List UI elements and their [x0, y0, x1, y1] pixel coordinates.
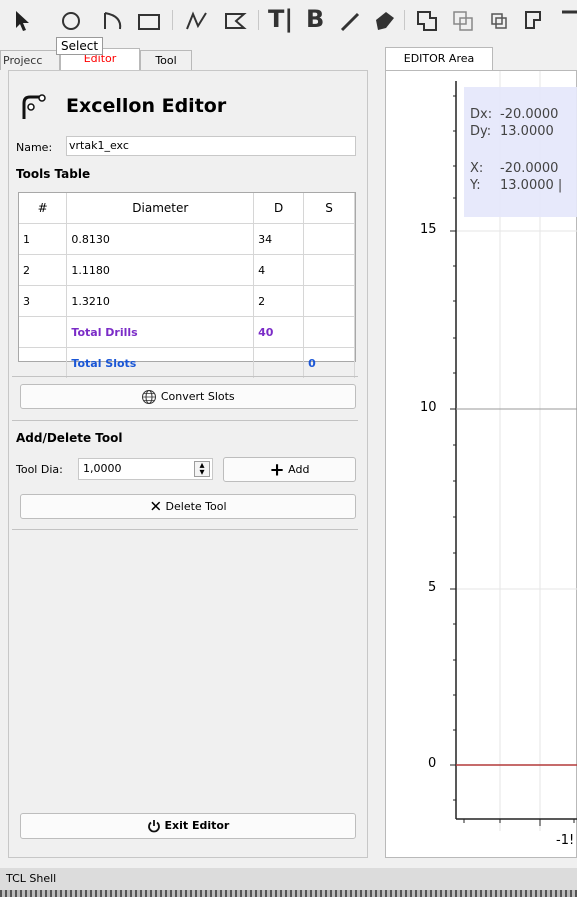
eraser-tool-icon[interactable] [372, 8, 398, 34]
cell-num: 3 [19, 285, 68, 317]
y-tick-label: 15 [420, 222, 437, 237]
rectangle-tool-icon[interactable] [136, 8, 162, 34]
dy-label: Dy: [470, 124, 492, 139]
cell-empty [19, 347, 68, 378]
add-delete-tool-label: Add/Delete Tool [16, 431, 123, 445]
cell-diameter[interactable]: 0.8130 [66, 223, 255, 255]
copy-tool-icon[interactable] [558, 8, 577, 34]
delete-tool-button[interactable]: ✕ Delete Tool [20, 494, 356, 519]
plus-icon: + [269, 459, 285, 481]
header-d: D [253, 193, 305, 224]
table-row[interactable]: 2 1.1180 4 [19, 254, 355, 286]
toolbar: T| B [0, 0, 577, 40]
y-tick-label: 5 [428, 580, 437, 595]
tool-dia-label: Tool Dia: [16, 463, 63, 476]
path-tool-icon[interactable] [184, 8, 210, 34]
name-input[interactable]: vrtak1_exc [66, 136, 356, 156]
arc-tool-icon[interactable] [100, 8, 126, 34]
toolbar-separator [404, 10, 405, 30]
total-drills-label: Total Drills [66, 316, 255, 348]
cell-s [303, 223, 355, 255]
total-slots-value: 0 [303, 347, 355, 378]
cell-d: 34 [253, 223, 305, 255]
toolbar-separator [172, 10, 173, 30]
circle-tool-icon[interactable] [58, 8, 84, 34]
tool-dia-input[interactable]: 1,0000 ▴ ▾ [78, 458, 213, 480]
delete-tool-label: Delete Tool [165, 500, 227, 513]
cell-s [303, 254, 355, 286]
x-label: X: [470, 161, 484, 176]
tool-dia-value: 1,0000 [83, 462, 122, 475]
tab-project[interactable]: Projecc [0, 50, 60, 70]
x-value: -20.0000 [500, 161, 559, 176]
dx-value: -20.0000 [500, 107, 559, 122]
header-diameter: Diameter [66, 193, 255, 224]
divider [12, 529, 358, 530]
total-slots-row: Total Slots 0 [19, 347, 355, 378]
y-tick-label: 10 [420, 400, 437, 415]
y-tick-label: 0 [428, 756, 437, 771]
pencil-tool-icon[interactable] [338, 8, 364, 34]
polygon-tool-icon[interactable] [222, 8, 248, 34]
editor-canvas[interactable]: 15 10 5 0 -1! Dx: -20.0000 Dy: 13.0000 X… [385, 70, 577, 858]
cell-d: 4 [253, 254, 305, 286]
cell-diameter[interactable]: 1.3210 [66, 285, 255, 317]
table-row[interactable]: 3 1.3210 2 [19, 285, 355, 317]
cell-num: 1 [19, 223, 68, 255]
total-drills-row: Total Drills 40 [19, 316, 355, 348]
subtract-tool-icon[interactable] [450, 8, 476, 34]
tools-table[interactable]: # Diameter D S 1 0.8130 34 2 1.1180 4 3 … [18, 192, 356, 378]
divider [12, 420, 358, 421]
name-label: Name: [16, 141, 53, 154]
total-slots-label: Total Slots [66, 347, 255, 378]
convert-slots-button[interactable]: Convert Slots [20, 384, 356, 409]
cell-empty [303, 316, 355, 348]
cell-empty [253, 347, 305, 378]
text-tool-icon[interactable]: T| [268, 4, 293, 34]
y-label: Y: [470, 178, 481, 193]
select-arrow-icon[interactable] [10, 8, 36, 34]
globe-icon [142, 390, 157, 404]
header-s: S [303, 193, 355, 224]
union-tool-icon[interactable] [414, 8, 440, 34]
cell-d: 2 [253, 285, 305, 317]
cell-num: 2 [19, 254, 68, 286]
exit-editor-label: Exit Editor [164, 819, 230, 832]
power-icon [147, 820, 160, 833]
add-tool-label: Add [288, 463, 310, 476]
header-num: # [19, 193, 68, 224]
cut-tool-icon[interactable] [522, 8, 548, 34]
tab-tool[interactable]: Tool [140, 50, 192, 70]
panel-title: Excellon Editor [66, 95, 227, 117]
table-row[interactable]: 1 0.8130 34 [19, 223, 355, 255]
status-strip [0, 890, 577, 897]
x-icon: ✕ [149, 497, 163, 516]
dx-label: Dx: [470, 107, 493, 122]
convert-slots-label: Convert Slots [160, 390, 235, 403]
table-header-row: # Diameter D S [19, 193, 355, 224]
dy-value: 13.0000 [500, 124, 554, 139]
cell-diameter[interactable]: 1.1180 [66, 254, 255, 286]
cell-s [303, 285, 355, 317]
x-tick-label: -1! [556, 833, 575, 848]
toolbar-separator [258, 10, 259, 30]
tcl-shell-bar[interactable]: TCL Shell [0, 868, 577, 890]
intersection-tool-icon[interactable] [486, 8, 512, 34]
select-tooltip: Select [56, 37, 104, 55]
bold-tool-icon[interactable]: B [306, 4, 324, 34]
exit-editor-button[interactable]: Exit Editor [20, 813, 356, 839]
add-tool-button[interactable]: + Add [223, 457, 356, 482]
cell-empty [19, 316, 68, 348]
drill-icon [22, 94, 46, 119]
tools-table-label: Tools Table [16, 167, 91, 181]
tab-editor-area[interactable]: EDITOR Area [385, 47, 493, 71]
divider [12, 376, 358, 377]
spin-stepper[interactable]: ▴ ▾ [194, 461, 210, 478]
y-value: 13.0000 | [500, 178, 563, 193]
coordinate-readout: Dx: -20.0000 Dy: 13.0000 X: -20.0000 Y: … [464, 87, 577, 217]
total-drills-value: 40 [253, 316, 305, 348]
